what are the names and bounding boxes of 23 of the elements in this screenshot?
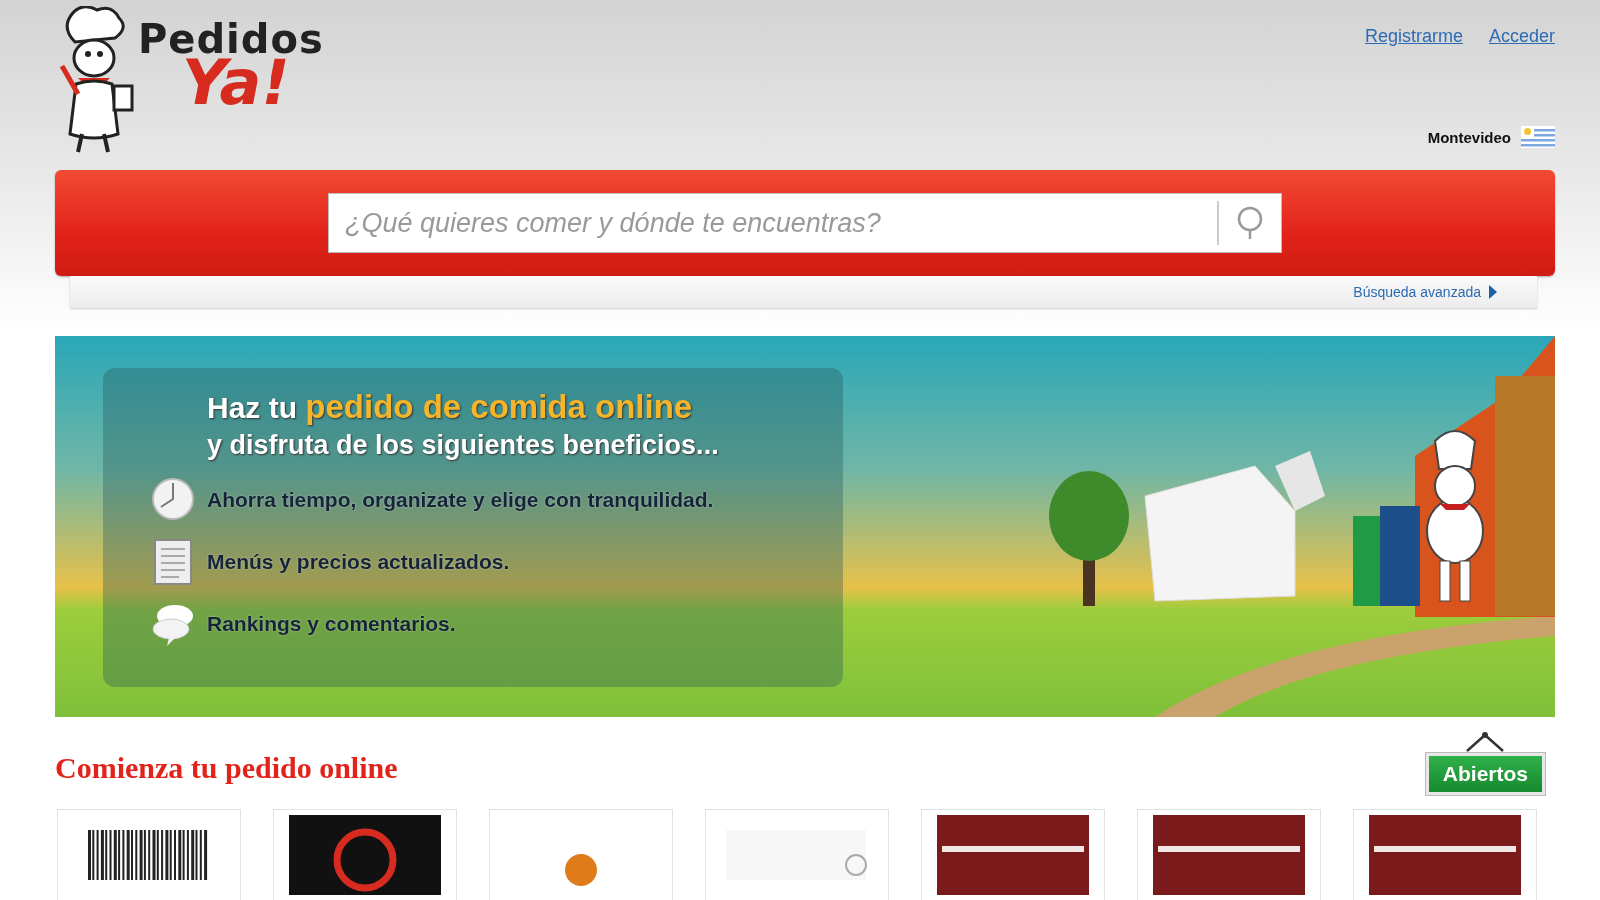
- flag-icon: [1521, 126, 1555, 148]
- advanced-search-link[interactable]: Búsqueda avanzada: [1353, 284, 1497, 300]
- header-link[interactable]: Acceder: [1488, 26, 1555, 47]
- header-link[interactable]: Registrarme: [1364, 26, 1463, 47]
- banner-subtitle: y disfruta de los siguientes beneficios...: [207, 430, 720, 461]
- restaurant-card[interactable]: [921, 809, 1105, 900]
- triangle-icon: [1489, 285, 1497, 299]
- benefit-text: Rankings y comentarios.: [207, 612, 456, 636]
- banner-title: Haz tu pedido de comida online: [207, 388, 694, 426]
- city-label: Montevideo: [1427, 128, 1511, 146]
- open-filter-button[interactable]: Abiertos: [1425, 753, 1545, 795]
- logo-link[interactable]: Pedidos Ya!: [52, 4, 324, 166]
- restaurant-card[interactable]: [273, 809, 457, 900]
- benefit-text: Menús y precios actualizados.: [207, 550, 510, 574]
- search-icon: [1235, 205, 1265, 241]
- clock-icon: [151, 477, 197, 523]
- benefit-text: Ahorra tiempo, organizate y elige con tranquilidad.: [207, 488, 714, 512]
- restaurant-logo: [565, 854, 597, 886]
- restaurant-card[interactable]: [1137, 809, 1321, 900]
- restaurant-card[interactable]: [1353, 809, 1537, 900]
- hanger-icon: [1465, 731, 1506, 753]
- section-title: Comienza tu pedido online: [55, 751, 398, 785]
- restaurant-card[interactable]: [57, 809, 241, 900]
